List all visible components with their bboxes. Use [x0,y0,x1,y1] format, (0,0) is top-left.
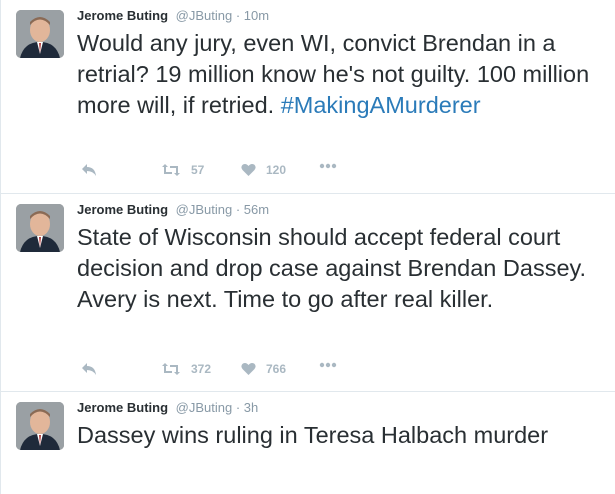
avatar[interactable] [16,402,64,450]
tweet-text: Would any jury, even WI, convict Brendan… [77,28,597,121]
tweet-header: Jerome Buting @JButing · 10m [77,8,269,24]
heart-icon [241,363,256,375]
timestamp[interactable]: 56m [244,202,269,217]
user-name[interactable]: Jerome Buting [77,400,168,415]
tweet[interactable]: Jerome Buting @JButing · 56m State of Wi… [1,194,615,392]
user-handle[interactable]: @JButing [176,400,233,415]
tweet-text: State of Wisconsin should accept federal… [77,222,597,315]
reply-icon [82,363,96,375]
tweet-body: State of Wisconsin should accept federal… [77,224,587,312]
timestamp[interactable]: 3h [244,400,258,415]
separator-dot: · [235,8,241,23]
user-handle[interactable]: @JButing [176,202,233,217]
timeline: Jerome Buting @JButing · 10m Would any j… [0,0,615,494]
retweet-button[interactable]: 57 [161,163,204,177]
retweet-count: 57 [191,163,205,177]
more-icon [319,163,337,169]
heart-icon [241,164,256,176]
reply-button[interactable] [81,362,97,376]
tweet[interactable]: Jerome Buting @JButing · 10m Would any j… [1,0,615,194]
tweet-actions: 372 766 [77,362,377,382]
separator-dot: · [235,202,241,217]
hashtag-link[interactable]: #MakingAMurderer [281,92,481,118]
tweet-text: Dassey wins ruling in Teresa Halbach mur… [77,420,597,451]
tweet[interactable]: Jerome Buting @JButing · 3h Dassey wins … [1,392,615,494]
reply-icon [82,164,96,176]
like-count: 120 [266,163,287,177]
avatar[interactable] [16,10,64,58]
reply-button[interactable] [81,163,97,177]
more-icon [319,362,337,368]
more-button[interactable] [319,362,337,368]
avatar[interactable] [16,204,64,252]
retweet-icon [162,363,180,375]
tweet-actions: 57 120 [77,163,377,183]
user-name[interactable]: Jerome Buting [77,202,168,217]
like-button[interactable]: 120 [241,163,286,177]
timestamp[interactable]: 10m [244,8,269,23]
user-handle[interactable]: @JButing [176,8,233,23]
user-name[interactable]: Jerome Buting [77,8,168,23]
retweet-button[interactable]: 372 [161,362,211,376]
retweet-count: 372 [191,362,212,376]
like-count: 766 [266,362,287,376]
like-button[interactable]: 766 [241,362,286,376]
tweet-header: Jerome Buting @JButing · 3h [77,400,258,416]
separator-dot: · [235,400,241,415]
tweet-header: Jerome Buting @JButing · 56m [77,202,269,218]
more-button[interactable] [319,163,337,169]
tweet-body: Dassey wins ruling in Teresa Halbach mur… [77,422,549,448]
retweet-icon [162,164,180,176]
